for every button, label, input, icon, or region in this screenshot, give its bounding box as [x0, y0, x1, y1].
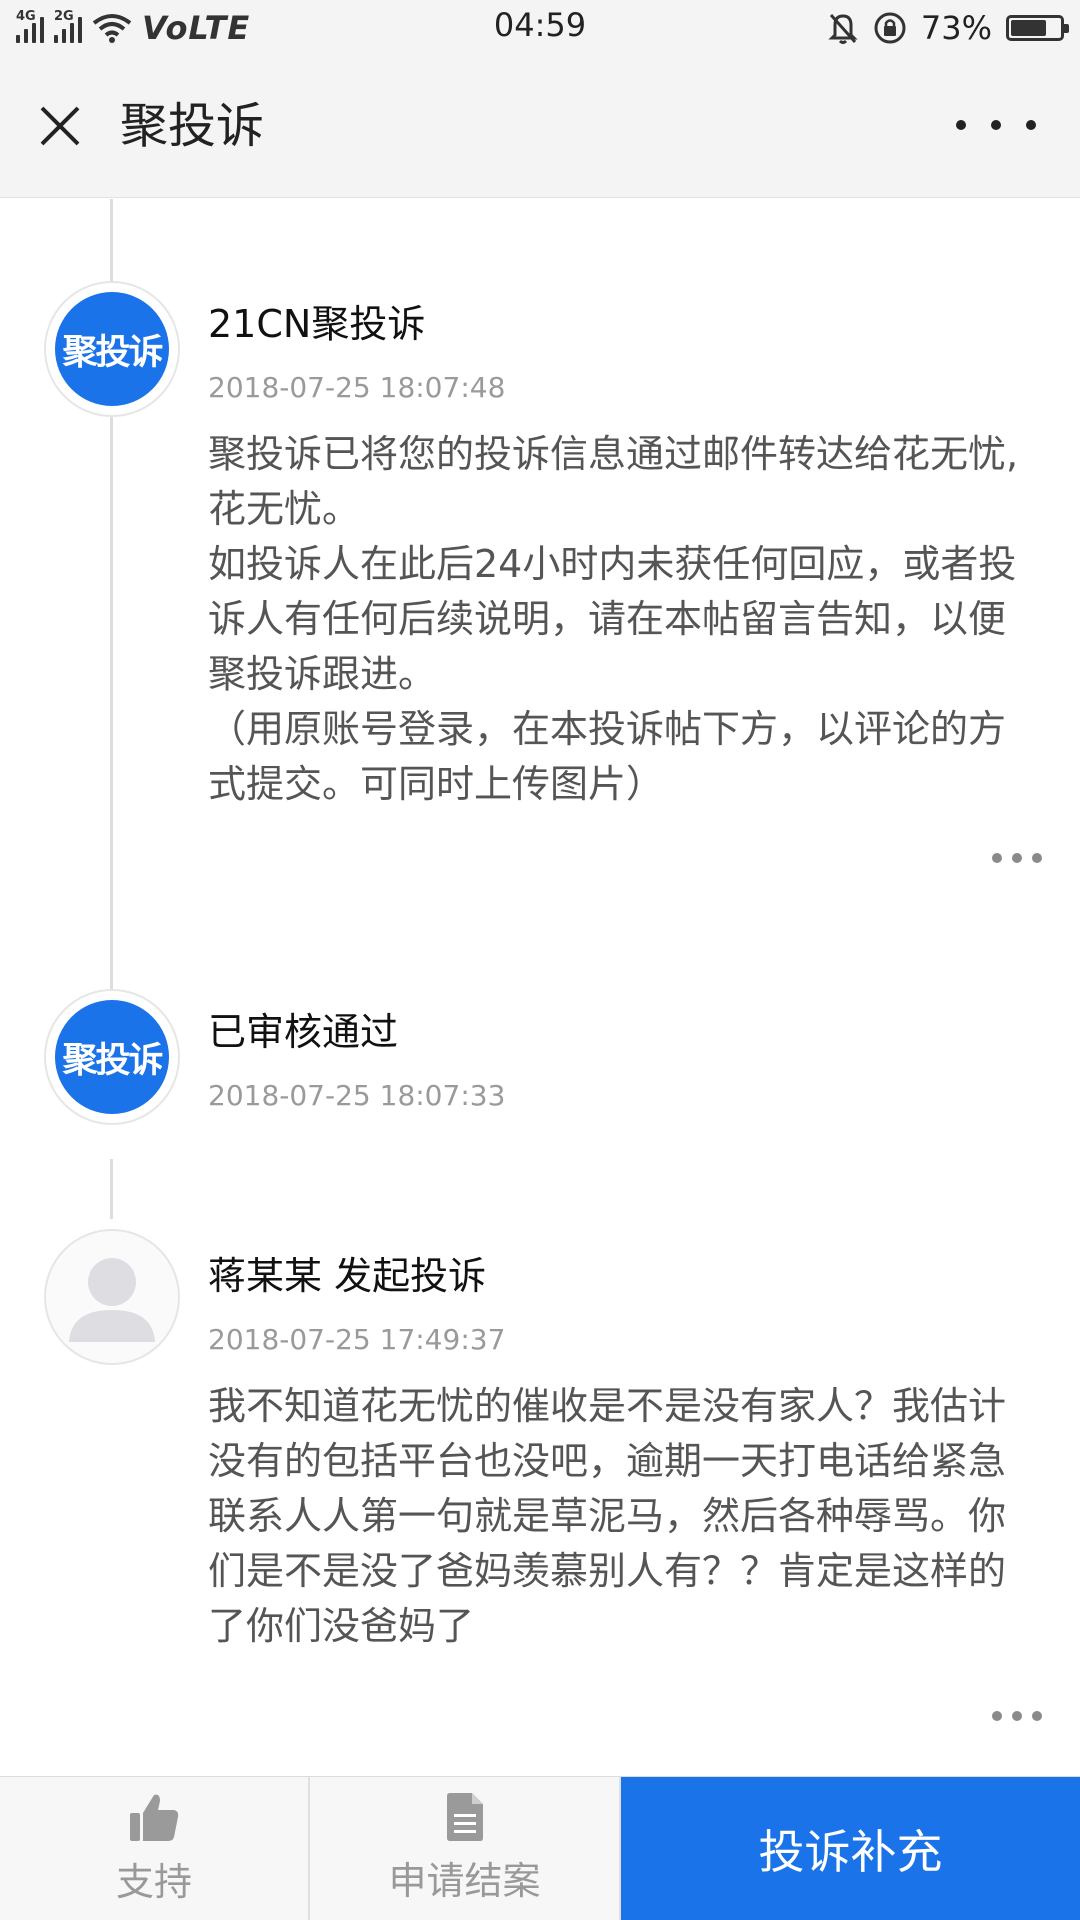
more-dot-icon	[1032, 853, 1042, 863]
entry-time: 2018-07-25 17:49:37	[208, 1323, 506, 1356]
status-bar: 4G 2G VoLTE 04:59 73%	[0, 0, 1080, 56]
entry-body: 我不知道花无忧的催收是不是没有家人？我估计没有的包括平台也没吧，逾期一天打电话给…	[208, 1379, 1038, 1654]
support-button[interactable]: 支持	[0, 1777, 310, 1920]
battery-icon	[1006, 15, 1069, 41]
timeline-line	[110, 1159, 113, 1219]
avatar: 聚投诉	[44, 989, 180, 1125]
timeline: 聚投诉 21CN聚投诉 2018-07-25 18:07:48 聚投诉已将您的投…	[0, 199, 1080, 1776]
more-dot-icon	[1026, 120, 1036, 130]
support-label: 支持	[115, 1860, 192, 1904]
battery-fill	[1011, 20, 1047, 36]
entry-author: 已审核通过	[208, 1010, 399, 1054]
jutousu-logo: 聚投诉	[55, 292, 169, 406]
complaint-supplement-label: 投诉补充	[758, 1824, 943, 1879]
bell-muted-icon	[828, 14, 858, 44]
more-options-button[interactable]	[956, 100, 1036, 150]
more-dot-icon	[991, 120, 1001, 130]
bottom-action-bar: 支持 申请结案 投诉补充	[0, 1776, 1080, 1920]
entry-body: 聚投诉已将您的投诉信息通过邮件转达给花无忧,花无忧。 如投诉人在此后24小时内未…	[208, 427, 1038, 812]
header: 聚投诉	[0, 56, 1080, 198]
avatar: 聚投诉	[44, 281, 180, 417]
document-icon	[446, 1793, 483, 1841]
entry-more-button[interactable]	[992, 1709, 1042, 1723]
entry-paragraph: （用原账号登录，在本投诉帖下方，以评论的方式提交。可同时上传图片）	[208, 707, 1007, 806]
more-dot-icon	[1012, 853, 1022, 863]
battery-percent: 73%	[920, 9, 992, 47]
entry-paragraph: 聚投诉已将您的投诉信息通过邮件转达给花无忧,花无忧。	[208, 432, 1019, 531]
close-icon	[40, 106, 80, 146]
entry-time: 2018-07-25 18:07:48	[208, 371, 506, 404]
entry-author: 蒋某某 发起投诉	[208, 1254, 487, 1298]
page-title: 聚投诉	[120, 98, 265, 154]
avatar	[44, 1229, 180, 1365]
close-button[interactable]	[30, 96, 90, 156]
user-avatar-icon	[69, 1258, 155, 1342]
thumbs-up-icon	[130, 1794, 179, 1841]
more-dot-icon	[992, 853, 1002, 863]
jutousu-logo: 聚投诉	[55, 1000, 169, 1114]
entry-more-button[interactable]	[992, 851, 1042, 865]
entry-paragraph: 我不知道花无忧的催收是不是没有家人？我估计没有的包括平台也没吧，逾期一天打电话给…	[208, 1384, 1007, 1648]
more-dot-icon	[1032, 1711, 1042, 1721]
entry-author: 21CN聚投诉	[208, 302, 426, 346]
close-case-label: 申请结案	[388, 1859, 541, 1903]
rotation-lock-icon	[874, 12, 906, 44]
close-case-button[interactable]: 申请结案	[310, 1777, 621, 1920]
complaint-supplement-button[interactable]: 投诉补充	[621, 1777, 1080, 1920]
more-dot-icon	[956, 120, 966, 130]
status-right: 73%	[827, 6, 1069, 50]
more-dot-icon	[1012, 1711, 1022, 1721]
more-dot-icon	[992, 1711, 1002, 1721]
entry-time: 2018-07-25 18:07:33	[208, 1079, 506, 1112]
entry-paragraph: 如投诉人在此后24小时内未获任何回应，或者投诉人有任何后续说明，请在本帖留言告知…	[208, 542, 1017, 696]
